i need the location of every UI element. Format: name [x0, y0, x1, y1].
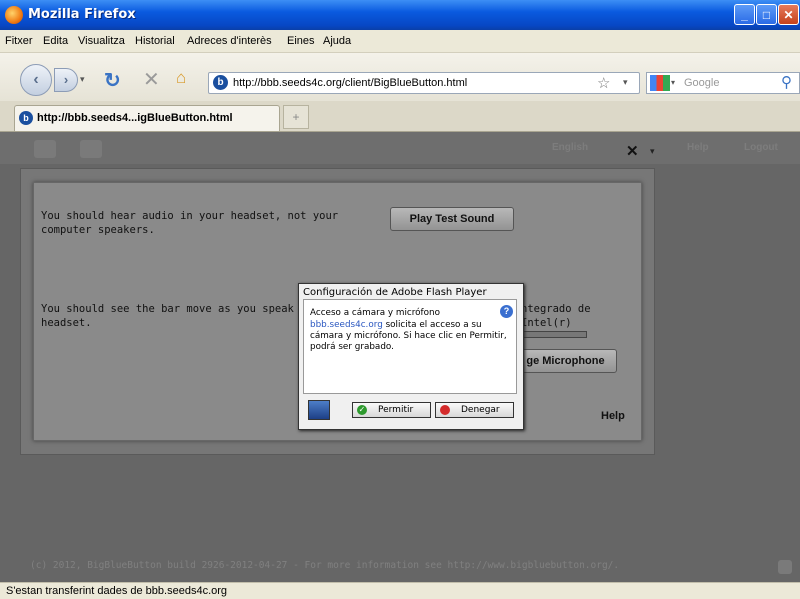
maximize-button[interactable]: □	[756, 4, 777, 25]
deny-label: Denegar	[461, 405, 500, 415]
back-button[interactable]: ‹	[20, 64, 52, 96]
bookmark-star-icon[interactable]: ☆	[597, 74, 610, 92]
bar-instruction-text: You should see the bar move as you speak	[41, 303, 294, 315]
window-titlebar: Mozilla Firefox _ □ ✕	[0, 0, 800, 30]
history-dropdown-icon[interactable]: ▾	[80, 74, 85, 85]
audio-instruction-text: You should hear audio in your headset, n…	[41, 210, 339, 236]
tab-active[interactable]: b http://bbb.seeds4...igBlueButton.html	[14, 105, 280, 131]
dialog-help-link[interactable]: Help	[601, 410, 625, 422]
forward-button[interactable]: ›	[54, 68, 78, 92]
menu-file[interactable]: Fitxer	[5, 35, 33, 47]
search-bar[interactable]: ▾ Google ⚲	[646, 72, 800, 94]
google-icon[interactable]	[650, 75, 670, 91]
menu-history[interactable]: Historial	[135, 35, 175, 47]
language-selector[interactable]: English	[552, 142, 588, 153]
close-dialog-icon[interactable]: ✕	[626, 142, 639, 160]
minimize-button[interactable]: _	[734, 4, 755, 25]
forward-arrow-icon: ›	[63, 72, 69, 87]
close-window-button[interactable]: ✕	[778, 4, 799, 25]
dropdown-arrow-icon[interactable]: ▾	[650, 146, 655, 157]
bbb-footer-text: (c) 2012, BigBlueButton build 2926-2012-…	[30, 560, 620, 571]
microphone-name-text: ntegrado de Intel(r)	[521, 303, 591, 329]
flash-help-icon[interactable]: ?	[500, 305, 513, 318]
privacy-settings-icon[interactable]	[308, 400, 330, 420]
play-test-sound-button[interactable]: Play Test Sound	[390, 207, 514, 231]
flash-dialog-title: Configuración de Adobe Flash Player	[303, 287, 487, 298]
flash-domain: bbb.seeds4c.org	[310, 320, 383, 330]
url-dropdown-icon[interactable]: ▾	[623, 77, 628, 88]
search-engine-dropdown-icon[interactable]: ▾	[671, 78, 675, 87]
search-placeholder: Google	[684, 77, 720, 89]
status-bar: S'estan transferint dades de bbb.seeds4c…	[0, 582, 800, 599]
reload-icon[interactable]: ↻	[104, 68, 121, 93]
headset-icon[interactable]	[34, 140, 56, 158]
bbb-app-toolbar: English Help Logout	[0, 132, 800, 164]
menu-tools[interactable]: Eines	[287, 35, 315, 47]
flash-message-panel: Acceso a cámara y micrófono ? bbb.seeds4…	[303, 299, 517, 394]
flash-heading: Acceso a cámara y micrófono	[310, 308, 440, 318]
back-arrow-icon: ‹	[33, 71, 39, 88]
help-link[interactable]: Help	[687, 142, 709, 153]
headset-text: headset.	[41, 317, 92, 329]
url-text: http://bbb.seeds4c.org/client/BigBlueBut…	[233, 77, 468, 89]
deny-icon	[440, 405, 450, 415]
check-icon: ✓	[357, 405, 367, 415]
menu-help[interactable]: Ajuda	[323, 35, 351, 47]
search-icon[interactable]: ⚲	[781, 73, 792, 91]
url-bar[interactable]: b http://bbb.seeds4c.org/client/BigBlueB…	[208, 72, 640, 94]
menu-edit[interactable]: Edita	[43, 35, 68, 47]
change-microphone-button[interactable]: ge Microphone	[514, 349, 617, 373]
firefox-icon	[5, 6, 23, 24]
allow-label: Permitir	[378, 405, 414, 415]
allow-button[interactable]: ✓ Permitir	[352, 402, 431, 418]
menu-bookmarks[interactable]: Adreces d'interès	[187, 35, 272, 47]
tab-favicon-icon: b	[19, 111, 33, 125]
tab-title: http://bbb.seeds4...igBlueButton.html	[37, 112, 233, 124]
webcam-icon[interactable]	[80, 140, 102, 158]
flash-permission-dialog: Configuración de Adobe Flash Player Acce…	[298, 283, 524, 430]
window-title: Mozilla Firefox	[28, 7, 136, 22]
flash-message: bbb.seeds4c.org solicita el acceso a su …	[310, 320, 510, 353]
deny-button[interactable]: Denegar	[435, 402, 514, 418]
menu-view[interactable]: Visualitza	[78, 35, 125, 47]
menu-bar: Fitxer Edita Visualitza Historial Adrece…	[0, 30, 800, 53]
stop-icon[interactable]: ✕	[143, 67, 160, 92]
chat-icon[interactable]	[778, 560, 792, 574]
site-identity-icon[interactable]: b	[213, 75, 228, 90]
new-tab-button[interactable]: +	[283, 105, 309, 129]
mic-level-bar	[519, 331, 587, 338]
home-icon[interactable]: ⌂	[176, 68, 186, 88]
status-text: S'estan transferint dades de bbb.seeds4c…	[6, 585, 228, 597]
logout-button[interactable]: Logout	[744, 142, 778, 153]
